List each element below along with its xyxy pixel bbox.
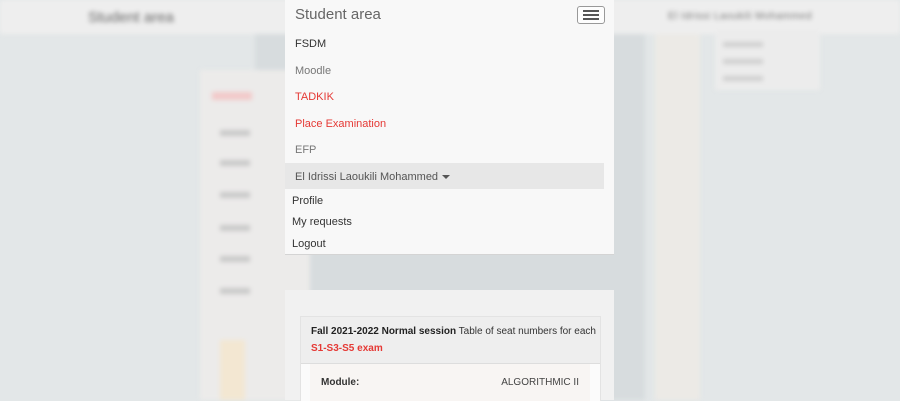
- session-description: Table of seat numbers for each: [456, 326, 596, 337]
- module-label: Module:: [321, 377, 360, 388]
- user-dropdown-toggle[interactable]: El Idrissi Laoukili Mohammed: [285, 163, 604, 189]
- exam-label: S1-S3-S5 exam: [311, 343, 383, 354]
- menu-item-profile[interactable]: Profile: [292, 195, 323, 207]
- navbar-brand[interactable]: Student area: [295, 6, 381, 23]
- navbar-panel: Student area FSDM Moodle TADKIK Place Ex…: [285, 0, 614, 255]
- user-name-link[interactable]: El Idrissi Laoukili Mohammed: [295, 171, 451, 183]
- background-user-name: El Idrissi Laoukili Mohammed: [668, 11, 813, 22]
- background-brand: Student area: [88, 9, 174, 26]
- background-dropdown: [715, 30, 820, 90]
- nav-item-efp[interactable]: EFP: [295, 144, 316, 156]
- nav-item-fsdm[interactable]: FSDM: [295, 38, 326, 50]
- menu-item-logout[interactable]: Logout: [292, 238, 326, 250]
- caret-down-icon: [442, 175, 451, 180]
- nav-item-place-examination[interactable]: Place Examination: [295, 118, 386, 130]
- module-row: Module: ALGORITHMIC II: [310, 364, 590, 401]
- session-title: Fall 2021-2022 Normal session Table of s…: [311, 326, 596, 337]
- exam-card-header: Fall 2021-2022 Normal session Table of s…: [301, 317, 600, 364]
- module-value: ALGORITHMIC II: [501, 377, 579, 388]
- user-name: El Idrissi Laoukili Mohammed: [295, 171, 439, 183]
- hamburger-icon[interactable]: [577, 6, 605, 24]
- background-strip: [220, 340, 245, 400]
- background-red-mark: [212, 92, 252, 100]
- nav-item-moodle[interactable]: Moodle: [295, 65, 331, 77]
- menu-item-my-requests[interactable]: My requests: [292, 216, 352, 228]
- background-right-panel: [655, 34, 700, 400]
- exam-card: Fall 2021-2022 Normal session Table of s…: [300, 316, 601, 401]
- session-name: Fall 2021-2022 Normal session: [311, 326, 457, 337]
- nav-item-tadkik[interactable]: TADKIK: [295, 91, 334, 103]
- navbar-header: Student area: [285, 0, 614, 30]
